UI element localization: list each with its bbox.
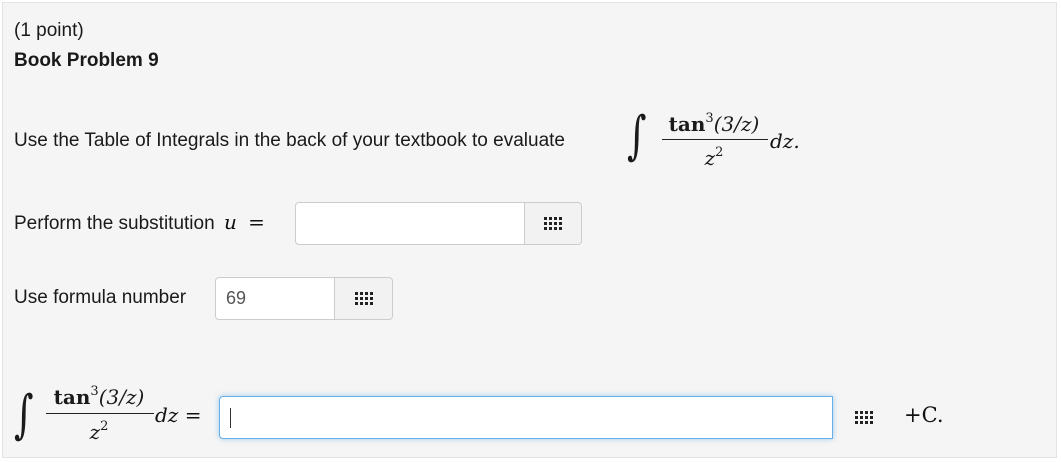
substitution-input[interactable]	[295, 202, 525, 245]
constant-of-integration: +C.	[904, 403, 944, 427]
differential: dz.	[770, 129, 800, 153]
integrand-numerator: tan3(3/z)	[668, 111, 760, 136]
problem-prompt: Use the Table of Integrals in the back o…	[14, 130, 565, 151]
equation-palette-icon	[544, 217, 562, 230]
fraction-bar	[662, 139, 768, 141]
integral-sign-icon: ∫	[627, 106, 647, 166]
problem-title: Book Problem 9	[14, 50, 159, 71]
fraction-bar	[46, 413, 154, 415]
answer-differential: dz =	[155, 403, 202, 427]
answer-palette-button[interactable]	[838, 396, 890, 439]
integrand-denominator: z2	[704, 145, 724, 170]
integral-sign-icon: ∫	[14, 385, 34, 445]
answer-input[interactable]	[219, 396, 833, 439]
formula-number-value: 69	[226, 288, 247, 308]
answer-integrand-numerator: tan3(3/z)	[53, 384, 145, 409]
formula-label: Use formula number	[14, 287, 187, 308]
points-label: (1 point)	[14, 20, 84, 41]
formula-number-input[interactable]: 69	[215, 277, 335, 320]
equals-sign: =	[248, 210, 265, 234]
substitution-label: Perform the substitution u =	[14, 211, 265, 235]
substitution-text: Perform the substitution	[14, 213, 215, 234]
substitution-variable: u	[223, 210, 237, 234]
formula-palette-button[interactable]	[334, 277, 393, 320]
answer-integrand-denominator: z2	[89, 419, 109, 444]
text-caret	[230, 407, 231, 428]
substitution-palette-button[interactable]	[524, 202, 582, 245]
equation-palette-icon	[354, 292, 373, 305]
equation-palette-icon	[855, 411, 873, 424]
